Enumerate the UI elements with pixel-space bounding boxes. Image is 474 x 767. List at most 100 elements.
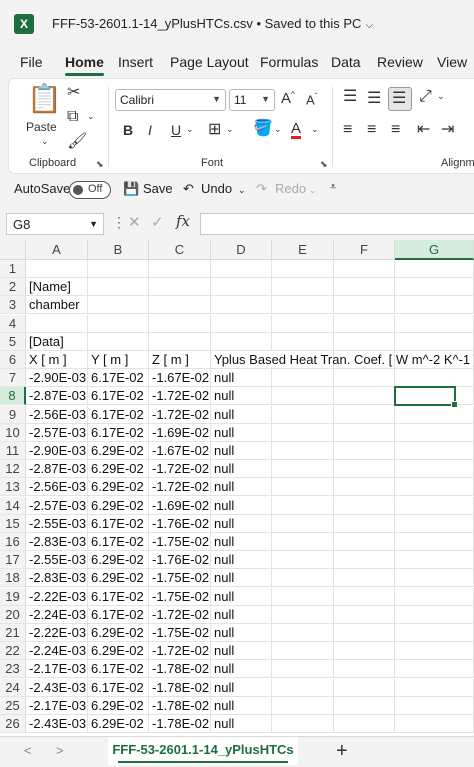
cell-f7[interactable] (334, 369, 395, 388)
cell-g14[interactable] (395, 496, 474, 515)
cell-d24[interactable]: null (211, 678, 272, 697)
cell-d7[interactable]: null (211, 369, 272, 388)
cell-b17[interactable]: 6.29E-02 (88, 551, 149, 570)
cell-a24[interactable]: -2.43E-03 (26, 678, 88, 697)
cell-g20[interactable] (395, 605, 474, 624)
cell-e9[interactable] (272, 405, 334, 424)
column-header-d[interactable]: D (211, 240, 272, 260)
cell-a3[interactable]: chamber (26, 296, 88, 315)
cell-b2[interactable] (88, 278, 149, 297)
cell-g2[interactable] (395, 278, 474, 297)
column-header-g[interactable]: G (395, 240, 474, 260)
cell-g3[interactable] (395, 296, 474, 315)
undo-button[interactable]: Undo (201, 181, 232, 196)
cell-e13[interactable] (272, 478, 334, 497)
row-header[interactable]: 6 (0, 351, 26, 369)
cell-f5[interactable] (334, 332, 395, 351)
tab-home[interactable]: Home (65, 54, 104, 76)
cell-g15[interactable] (395, 514, 474, 533)
cell-e1[interactable] (272, 260, 334, 278)
cell-b5[interactable] (88, 332, 149, 351)
cell-g16[interactable] (395, 533, 474, 551)
cell-a5[interactable]: [Data] (26, 332, 88, 351)
borders-icon[interactable]: ⊞ (208, 122, 221, 138)
copy-chevron-icon[interactable]: ⌄ (87, 112, 95, 121)
tab-data[interactable]: Data (331, 54, 361, 70)
cell-e24[interactable] (272, 678, 334, 697)
column-header-a[interactable]: A (26, 240, 88, 260)
decrease-indent-icon[interactable]: ⇤ (417, 122, 430, 138)
cell-c24[interactable]: -1.78E-02 (149, 678, 211, 697)
cell-b4[interactable] (88, 314, 149, 333)
paste-button[interactable]: Paste (26, 121, 57, 133)
cell-c11[interactable]: -1.67E-02 (149, 442, 211, 460)
row-header[interactable]: 17 (0, 551, 26, 570)
cell-c15[interactable]: -1.76E-02 (149, 514, 211, 533)
cell-c21[interactable]: -1.75E-02 (149, 624, 211, 642)
cell-c20[interactable]: -1.72E-02 (149, 605, 211, 624)
cell-b7[interactable]: 6.17E-02 (88, 369, 149, 388)
cell-e3[interactable] (272, 296, 334, 315)
cell-f26[interactable] (334, 715, 395, 733)
cell-c4[interactable] (149, 314, 211, 333)
cell-b1[interactable] (88, 260, 149, 278)
cell-b14[interactable]: 6.29E-02 (88, 496, 149, 515)
cell-c10[interactable]: -1.69E-02 (149, 423, 211, 442)
cell-c12[interactable]: -1.72E-02 (149, 460, 211, 479)
cell-b3[interactable] (88, 296, 149, 315)
cell-g4[interactable] (395, 314, 474, 333)
cell-a6[interactable]: X [ m ] (26, 351, 88, 369)
cell-a21[interactable]: -2.22E-03 (26, 624, 88, 642)
cell-c14[interactable]: -1.69E-02 (149, 496, 211, 515)
cell-b16[interactable]: 6.17E-02 (88, 533, 149, 551)
redo-icon[interactable]: ↷ (256, 181, 267, 197)
cell-a1[interactable] (26, 260, 88, 278)
cut-icon[interactable]: ✂ (67, 85, 80, 101)
row-header[interactable]: 13 (0, 478, 26, 497)
cell-b21[interactable]: 6.29E-02 (88, 624, 149, 642)
insert-function-button[interactable]: fx (176, 214, 190, 229)
cell-g25[interactable] (395, 696, 474, 715)
undo-icon[interactable]: ↶ (183, 181, 194, 197)
row-header[interactable]: 12 (0, 460, 26, 479)
cell-a19[interactable]: -2.22E-03 (26, 587, 88, 606)
document-title[interactable]: FFF-53-2601.1-14_yPlusHTCs.csv • Saved t… (52, 16, 373, 31)
italic-button[interactable]: I (148, 123, 152, 137)
cell-b9[interactable]: 6.17E-02 (88, 405, 149, 424)
cell-a9[interactable]: -2.56E-03 (26, 405, 88, 424)
cell-b13[interactable]: 6.29E-02 (88, 478, 149, 497)
cell-f18[interactable] (334, 569, 395, 588)
chevron-down-icon[interactable]: ⌵ (365, 20, 373, 31)
cell-c2[interactable] (149, 278, 211, 297)
row-header[interactable]: 7 (0, 369, 26, 388)
cell-f12[interactable] (334, 460, 395, 479)
row-header[interactable]: 11 (0, 442, 26, 460)
cell-g18[interactable] (395, 569, 474, 588)
cell-d3[interactable] (211, 296, 272, 315)
cell-c8[interactable]: -1.72E-02 (149, 387, 211, 406)
cell-e11[interactable] (272, 442, 334, 460)
grow-font-button[interactable]: A^ (281, 91, 295, 107)
cell-c6[interactable]: Z [ m ] (149, 351, 211, 369)
cell-e4[interactable] (272, 314, 334, 333)
cell-f3[interactable] (334, 296, 395, 315)
row-header[interactable]: 8 (0, 387, 26, 406)
cell-b18[interactable]: 6.29E-02 (88, 569, 149, 588)
cell-d4[interactable] (211, 314, 272, 333)
cell-f13[interactable] (334, 478, 395, 497)
cell-f4[interactable] (334, 314, 395, 333)
cell-d20[interactable]: null (211, 605, 272, 624)
align-center-icon[interactable]: ≡ (367, 122, 376, 138)
cell-e18[interactable] (272, 569, 334, 588)
row-header[interactable]: 3 (0, 296, 26, 315)
cell-d18[interactable]: null (211, 569, 272, 588)
cell-a26[interactable]: -2.43E-03 (26, 715, 88, 733)
enter-icon[interactable]: ✓ (151, 215, 164, 230)
row-header[interactable]: 5 (0, 332, 26, 351)
cell-d9[interactable]: null (211, 405, 272, 424)
cell-e2[interactable] (272, 278, 334, 297)
formula-input[interactable] (200, 213, 474, 235)
cell-f25[interactable] (334, 696, 395, 715)
cell-d5[interactable] (211, 332, 272, 351)
cell-g22[interactable] (395, 642, 474, 661)
